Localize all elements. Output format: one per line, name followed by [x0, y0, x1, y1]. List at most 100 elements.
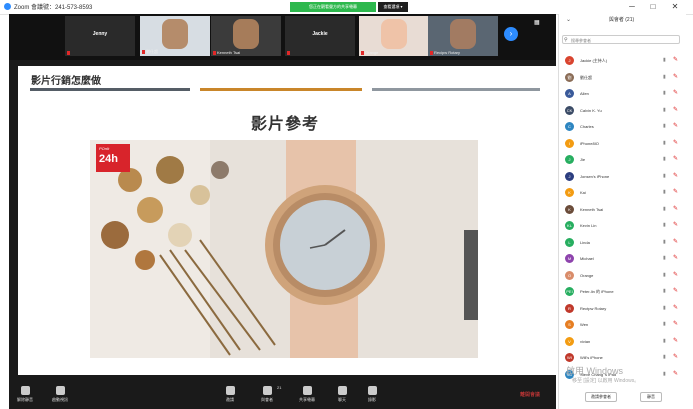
title-bar: Zoom 會議號：241-573-8593 您正在觀看聲方的共享螢幕 查看選項 …	[0, 0, 693, 15]
muted-mic-icon: ✎	[673, 304, 679, 311]
video-tile[interactable]: Recipw Rotary	[428, 16, 498, 56]
participant-name: Kai	[580, 190, 586, 195]
invite-button[interactable]: 邀請參會者	[585, 392, 617, 402]
participant-video	[381, 19, 407, 49]
close-button[interactable]: ✕	[668, 2, 682, 12]
participant-row[interactable]: A Allen ▮ ✎	[563, 87, 683, 101]
muted-mic-icon: ✎	[673, 222, 679, 228]
avatar: M	[565, 254, 574, 263]
video-tile[interactable]: Kenneth Tsai	[211, 16, 281, 56]
video-tile[interactable]: Jenny	[65, 16, 135, 56]
video-off-icon: ▮	[663, 189, 666, 195]
logo-number: 24h	[99, 153, 118, 165]
gallery-view-icon[interactable]: ▦	[534, 19, 540, 26]
toolbar-item[interactable]: 聊天	[327, 386, 357, 403]
muted-mic-icon	[142, 49, 145, 54]
participant-row[interactable]: CK Calvin K. Yu ▮ ✎	[563, 104, 683, 118]
participant-row[interactable]: O Orange ▮ ✎	[563, 269, 683, 283]
toolbar-label: 聊天	[338, 397, 346, 402]
participant-row[interactable]: R Rectpw Rotary ▮ ✎	[563, 302, 683, 316]
avatar: R	[565, 303, 574, 313]
toolbar-item[interactable]: 啟動視訊	[45, 386, 75, 403]
video-off-icon: ▮	[663, 172, 666, 179]
watch-photo	[90, 140, 478, 358]
muted-mic-icon: ✎	[673, 238, 679, 245]
toolbar-item[interactable]: 邀請	[215, 386, 245, 403]
participant-name: Jonsen's iPhone	[580, 173, 610, 179]
muted-mic-icon: ✎	[673, 90, 679, 96]
participant-row[interactable]: L Linda ▮ ✎	[563, 236, 683, 250]
zoom-logo-icon	[4, 3, 11, 10]
video-off-icon: ▮	[663, 222, 666, 228]
windows-watermark: 啟用 Windows	[566, 366, 624, 376]
participant-name: Peter-lin 的 iPhone	[580, 289, 614, 294]
participant-row[interactable]: J Jie ▮ ✎	[563, 153, 683, 167]
participant-row[interactable]: J Jonsen's iPhone ▮ ✎	[563, 170, 683, 184]
participant-row[interactable]: Vvivian ▮ ✎	[563, 335, 683, 349]
participant-video	[450, 19, 476, 49]
muted-mic-icon: ✎	[673, 271, 679, 278]
video-off-icon: ▮	[663, 354, 666, 360]
participant-name: Kevin Lin	[580, 223, 597, 228]
leave-meeting-button[interactable]: 離開會議	[520, 391, 540, 398]
avatar: J	[565, 155, 574, 164]
slide-title: 影片行銷怎麼做	[31, 76, 101, 87]
participant-row[interactable]: S Wen ▮ ✎	[563, 318, 683, 332]
participant-row[interactable]: K Kenneth Tsai ▮ ✎	[563, 203, 683, 217]
tile-label: 劉仕超	[142, 49, 158, 55]
mute-all-button[interactable]: 靜音	[640, 392, 662, 402]
next-page-icon[interactable]: ›	[504, 27, 518, 41]
minimize-button[interactable]: ─	[625, 2, 639, 12]
participant-row[interactable]: J Jackie (主持人) ▮ ✎	[563, 54, 683, 68]
video-off-icon: ▮	[663, 288, 666, 294]
video-tile[interactable]: Jackie	[285, 16, 355, 56]
toolbar-item[interactable]: 解除靜音	[10, 386, 40, 403]
participant-row[interactable]: IiPhone8IO ▮ ✎	[563, 137, 683, 151]
toolbar-icon	[367, 386, 377, 395]
video-off-icon: ▮	[663, 238, 666, 245]
maximize-button[interactable]: □	[646, 2, 660, 12]
toolbar-icon	[55, 386, 65, 395]
avatar: 劉	[565, 72, 574, 82]
participant-search-input[interactable]: 搜尋參會者	[562, 35, 680, 44]
video-off-icon: ▮	[663, 271, 666, 278]
slide-heading: 影片參考	[250, 116, 319, 133]
collapse-icon[interactable]: ⌄	[566, 16, 571, 23]
toolbar-label: 共享螢幕	[299, 397, 315, 402]
tile-label-text: Recipw Rotary	[434, 50, 461, 55]
muted-mic-icon: ✎	[673, 288, 679, 294]
video-off-icon: ▮	[663, 337, 666, 344]
toolbar-item[interactable]: 錄影	[357, 386, 387, 403]
muted-mic-icon: ✎	[673, 205, 679, 212]
video-off-icon: ▮	[663, 90, 666, 96]
participant-row[interactable]: PEI Peter-lin 的 iPhone ▮ ✎	[563, 285, 683, 299]
avatar: V	[565, 336, 574, 346]
video-off-icon: ▮	[663, 57, 666, 63]
brand-logo: POnIt 24h	[96, 144, 130, 172]
muted-mic-icon	[430, 50, 433, 55]
video-tile[interactable]: 劉仕超	[140, 16, 210, 56]
participant-name: iPhone8IO	[580, 140, 599, 146]
view-options-button[interactable]: 查看選項 ▾	[378, 2, 408, 12]
participant-name: Jackie (主持人)	[580, 58, 608, 63]
participant-name: Jie	[580, 157, 586, 162]
muted-mic-icon	[361, 50, 364, 55]
participant-name: Calvin K. Yu	[580, 107, 602, 113]
tile-label: Orange	[361, 50, 378, 55]
participant-row[interactable]: KL Kevin Lin ▮ ✎	[563, 219, 683, 233]
avatar: J	[565, 56, 574, 65]
muted-mic-icon: ✎	[673, 337, 679, 344]
window-title: Zoom 會議號：241-573-8593	[14, 5, 93, 11]
participant-row[interactable]: WI Will's iPhone ▮ ✎	[563, 351, 683, 365]
muted-mic-icon	[287, 50, 290, 55]
participant-row[interactable]: 劉劉仕超 ▮ ✎	[563, 71, 683, 85]
toolbar-item[interactable]: 共享螢幕	[292, 386, 322, 403]
participant-row[interactable]: C Charles ▮ ✎	[563, 120, 683, 134]
video-tile[interactable]: Orange	[359, 16, 429, 56]
panel-header: 與會者 (21)	[608, 17, 635, 23]
toolbar-icon	[20, 386, 30, 395]
muted-mic-icon: ✎	[673, 139, 679, 146]
participant-row[interactable]: M Michael ▮ ✎	[563, 252, 683, 266]
tile-label: Kenneth Tsai	[213, 50, 240, 55]
participant-row[interactable]: K Kai ▮ ✎	[563, 186, 683, 200]
